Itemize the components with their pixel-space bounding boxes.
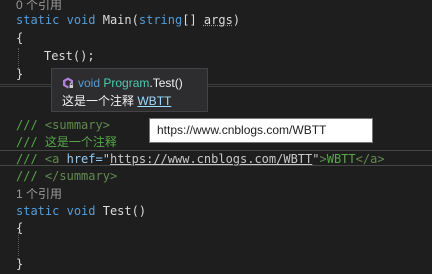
quickinfo-method: Test() <box>152 76 183 90</box>
paren-close: ) <box>232 13 241 27</box>
test-parens: () <box>131 204 147 218</box>
keyword-string: string <box>138 13 183 27</box>
test-signature-line[interactable]: static void Test() <box>16 203 146 219</box>
array-brackets: [] <box>182 13 204 27</box>
main-brace-open[interactable]: { <box>16 30 23 46</box>
method-icon <box>62 77 74 89</box>
doc-summary-close-tag: </summary> <box>44 169 118 183</box>
doc-slashes: /// <box>16 152 38 166</box>
test-brace-close[interactable]: } <box>16 256 23 272</box>
keyword-void: void <box>66 204 96 218</box>
keyword-static: static <box>16 204 60 218</box>
doc-text-line[interactable]: /// 这是一个注释 <box>16 134 117 150</box>
quickinfo-tooltip: void Program.Test() 这是一个注释 WBTT <box>51 68 208 112</box>
paren-open: ( <box>131 13 139 27</box>
doc-quote-close: " <box>312 152 320 166</box>
main-brace-close[interactable]: } <box>16 66 23 82</box>
quickinfo-description-text: 这是一个注释 <box>62 94 135 108</box>
doc-slashes: /// <box>16 118 38 132</box>
doc-summary-open-line[interactable]: /// <summary> <box>16 117 110 133</box>
keyword-static: static <box>16 13 60 27</box>
doc-comment-text: 这是一个注释 <box>44 135 117 149</box>
doc-tag-end: > <box>319 152 327 166</box>
quickinfo-keyword: void <box>78 76 101 90</box>
url-tooltip: https://www.cnblogs.com/WBTT <box>149 118 373 143</box>
call-statement[interactable]: Test(); <box>44 48 95 64</box>
test-brace-open[interactable]: { <box>16 220 23 236</box>
quickinfo-signature: void Program.Test() <box>62 75 183 91</box>
doc-quote-open: " <box>102 152 110 166</box>
keyword-void: void <box>66 13 96 27</box>
codelens-test[interactable]: 1 个引用 <box>16 186 62 202</box>
doc-slashes: /// <box>16 135 38 149</box>
quickinfo-link[interactable]: WBTT <box>137 94 171 108</box>
method-name-main: Main <box>102 13 132 27</box>
main-signature-line[interactable]: static void Main(string[] args) <box>16 12 240 28</box>
param-args: args <box>203 13 233 27</box>
quickinfo-description: 这是一个注释 WBTT <box>62 93 171 109</box>
doc-link-line[interactable]: /// <a href="https://www.cnblogs.com/WBT… <box>16 151 385 167</box>
doc-summary-close-line[interactable]: /// </summary> <box>16 168 117 184</box>
doc-url-link[interactable]: https://www.cnblogs.com/WBTT <box>110 152 312 166</box>
doc-a-close-tag: </a> <box>355 152 385 166</box>
doc-link-text: WBTT <box>326 152 356 166</box>
doc-summary-open-tag: <summary> <box>44 118 110 132</box>
doc-slashes: /// <box>16 169 38 183</box>
indent-guide-main <box>18 48 19 68</box>
method-name-test: Test <box>102 204 132 218</box>
doc-href-attr: href= <box>66 152 103 166</box>
doc-a-open-tag: <a <box>44 152 60 166</box>
quickinfo-type: Program <box>103 76 150 90</box>
